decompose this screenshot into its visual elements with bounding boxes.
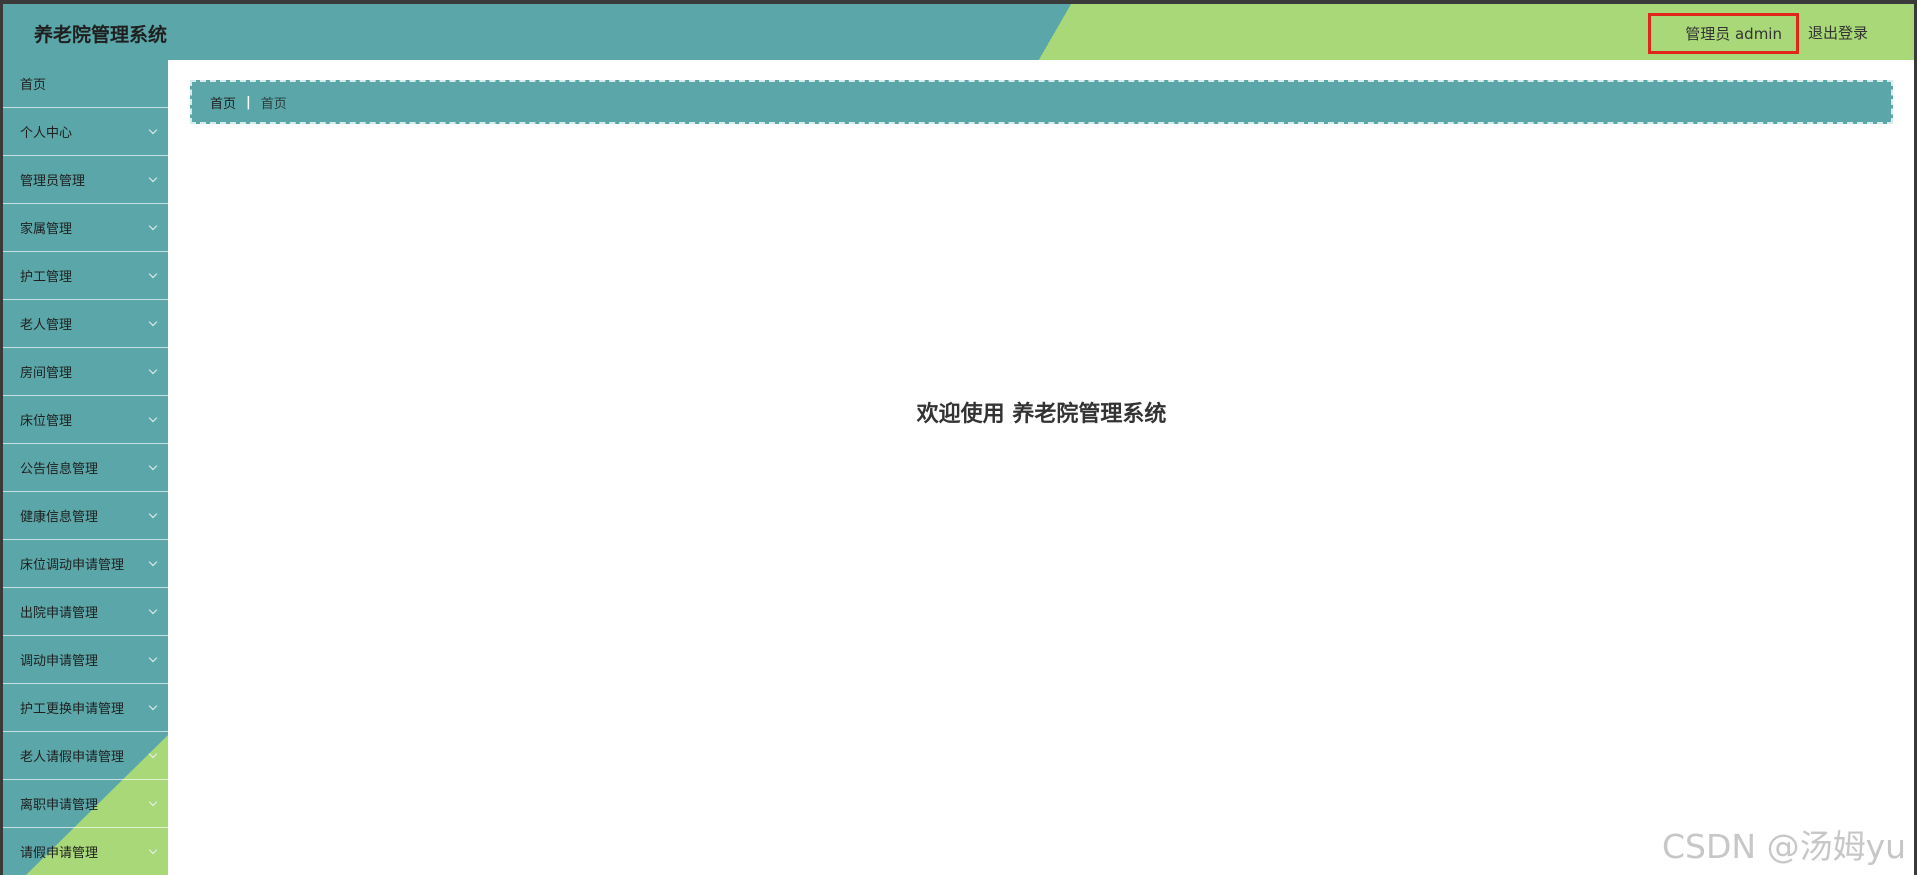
welcome-message: 欢迎使用 养老院管理系统 <box>916 402 1167 427</box>
breadcrumb-home-link[interactable]: 首页 <box>210 93 236 112</box>
sidebar-item-label: 老人请假申请管理 <box>20 750 125 765</box>
sidebar-item[interactable]: 请假申请管理 <box>0 828 168 875</box>
admin-user-label[interactable]: 管理员 admin <box>1648 13 1799 54</box>
sidebar-item[interactable]: 老人管理 <box>0 300 168 348</box>
sidebar-item-label: 老人管理 <box>20 318 73 333</box>
chevron-down-icon <box>148 509 158 518</box>
sidebar-item[interactable]: 管理员管理 <box>0 156 168 204</box>
breadcrumb-current: 首页 <box>260 96 287 112</box>
sidebar-item[interactable]: 健康信息管理 <box>0 492 168 540</box>
breadcrumb: 首页 | 首页 <box>190 80 1893 124</box>
chevron-down-icon <box>148 797 158 806</box>
chevron-down-icon <box>148 557 158 566</box>
sidebar-item-label: 管理员管理 <box>20 174 86 189</box>
sidebar-item[interactable]: 调动申请管理 <box>0 636 168 684</box>
app-title: 养老院管理系统 <box>34 24 168 46</box>
sidebar-item-label: 护工管理 <box>20 270 73 285</box>
sidebar-item[interactable]: 公告信息管理 <box>0 444 168 492</box>
sidebar-item-label: 离职申请管理 <box>20 798 99 813</box>
sidebar-item[interactable]: 老人请假申请管理 <box>0 732 168 780</box>
chevron-down-icon <box>148 701 158 710</box>
sidebar-item-label: 护工更换申请管理 <box>20 702 125 717</box>
chevron-down-icon <box>148 605 158 614</box>
sidebar: 首页 个人中心 管理员管理 家属管理 护工管理 老人管理 房间管理 床位管理 公告信息管理 健康信… <box>0 60 168 875</box>
sidebar-item[interactable]: 首页 <box>0 60 168 108</box>
sidebar-item-label: 公告信息管理 <box>20 462 99 477</box>
sidebar-item[interactable]: 护工更换申请管理 <box>0 684 168 732</box>
sidebar-menu: 首页 个人中心 管理员管理 家属管理 护工管理 老人管理 房间管理 床位管理 公告信息管理 健康信… <box>0 60 168 875</box>
chevron-down-icon <box>148 269 158 278</box>
chevron-down-icon <box>148 845 158 854</box>
chevron-down-icon <box>148 461 158 470</box>
top-header: 养老院管理系统 管理员 admin 退出登录 <box>0 0 1917 60</box>
chevron-down-icon <box>148 125 158 134</box>
sidebar-item-label: 首页 <box>20 78 47 93</box>
logout-link[interactable]: 退出登录 <box>1808 22 1868 43</box>
chevron-down-icon <box>148 365 158 374</box>
sidebar-item[interactable]: 床位调动申请管理 <box>0 540 168 588</box>
sidebar-item[interactable]: 家属管理 <box>0 204 168 252</box>
sidebar-item-label: 房间管理 <box>20 366 73 381</box>
sidebar-item-label: 出院申请管理 <box>20 606 99 621</box>
window-frame <box>0 0 1917 875</box>
chevron-down-icon <box>148 317 158 326</box>
sidebar-item-label: 床位调动申请管理 <box>20 558 125 573</box>
sidebar-item[interactable]: 护工管理 <box>0 252 168 300</box>
chevron-down-icon <box>148 173 158 182</box>
chevron-down-icon <box>148 221 158 230</box>
sidebar-item[interactable]: 房间管理 <box>0 348 168 396</box>
sidebar-item[interactable]: 出院申请管理 <box>0 588 168 636</box>
breadcrumb-separator: | <box>246 94 251 110</box>
chevron-down-icon <box>148 749 158 758</box>
chevron-down-icon <box>148 653 158 662</box>
csdn-watermark: CSDN @汤姆yu <box>1662 827 1907 866</box>
sidebar-item-label: 健康信息管理 <box>20 510 99 525</box>
sidebar-item[interactable]: 个人中心 <box>0 108 168 156</box>
sidebar-item-label: 个人中心 <box>20 126 73 141</box>
sidebar-item-label: 请假申请管理 <box>20 846 99 861</box>
sidebar-item[interactable]: 离职申请管理 <box>0 780 168 828</box>
sidebar-item-label: 家属管理 <box>20 222 73 237</box>
sidebar-item-label: 调动申请管理 <box>20 654 99 669</box>
